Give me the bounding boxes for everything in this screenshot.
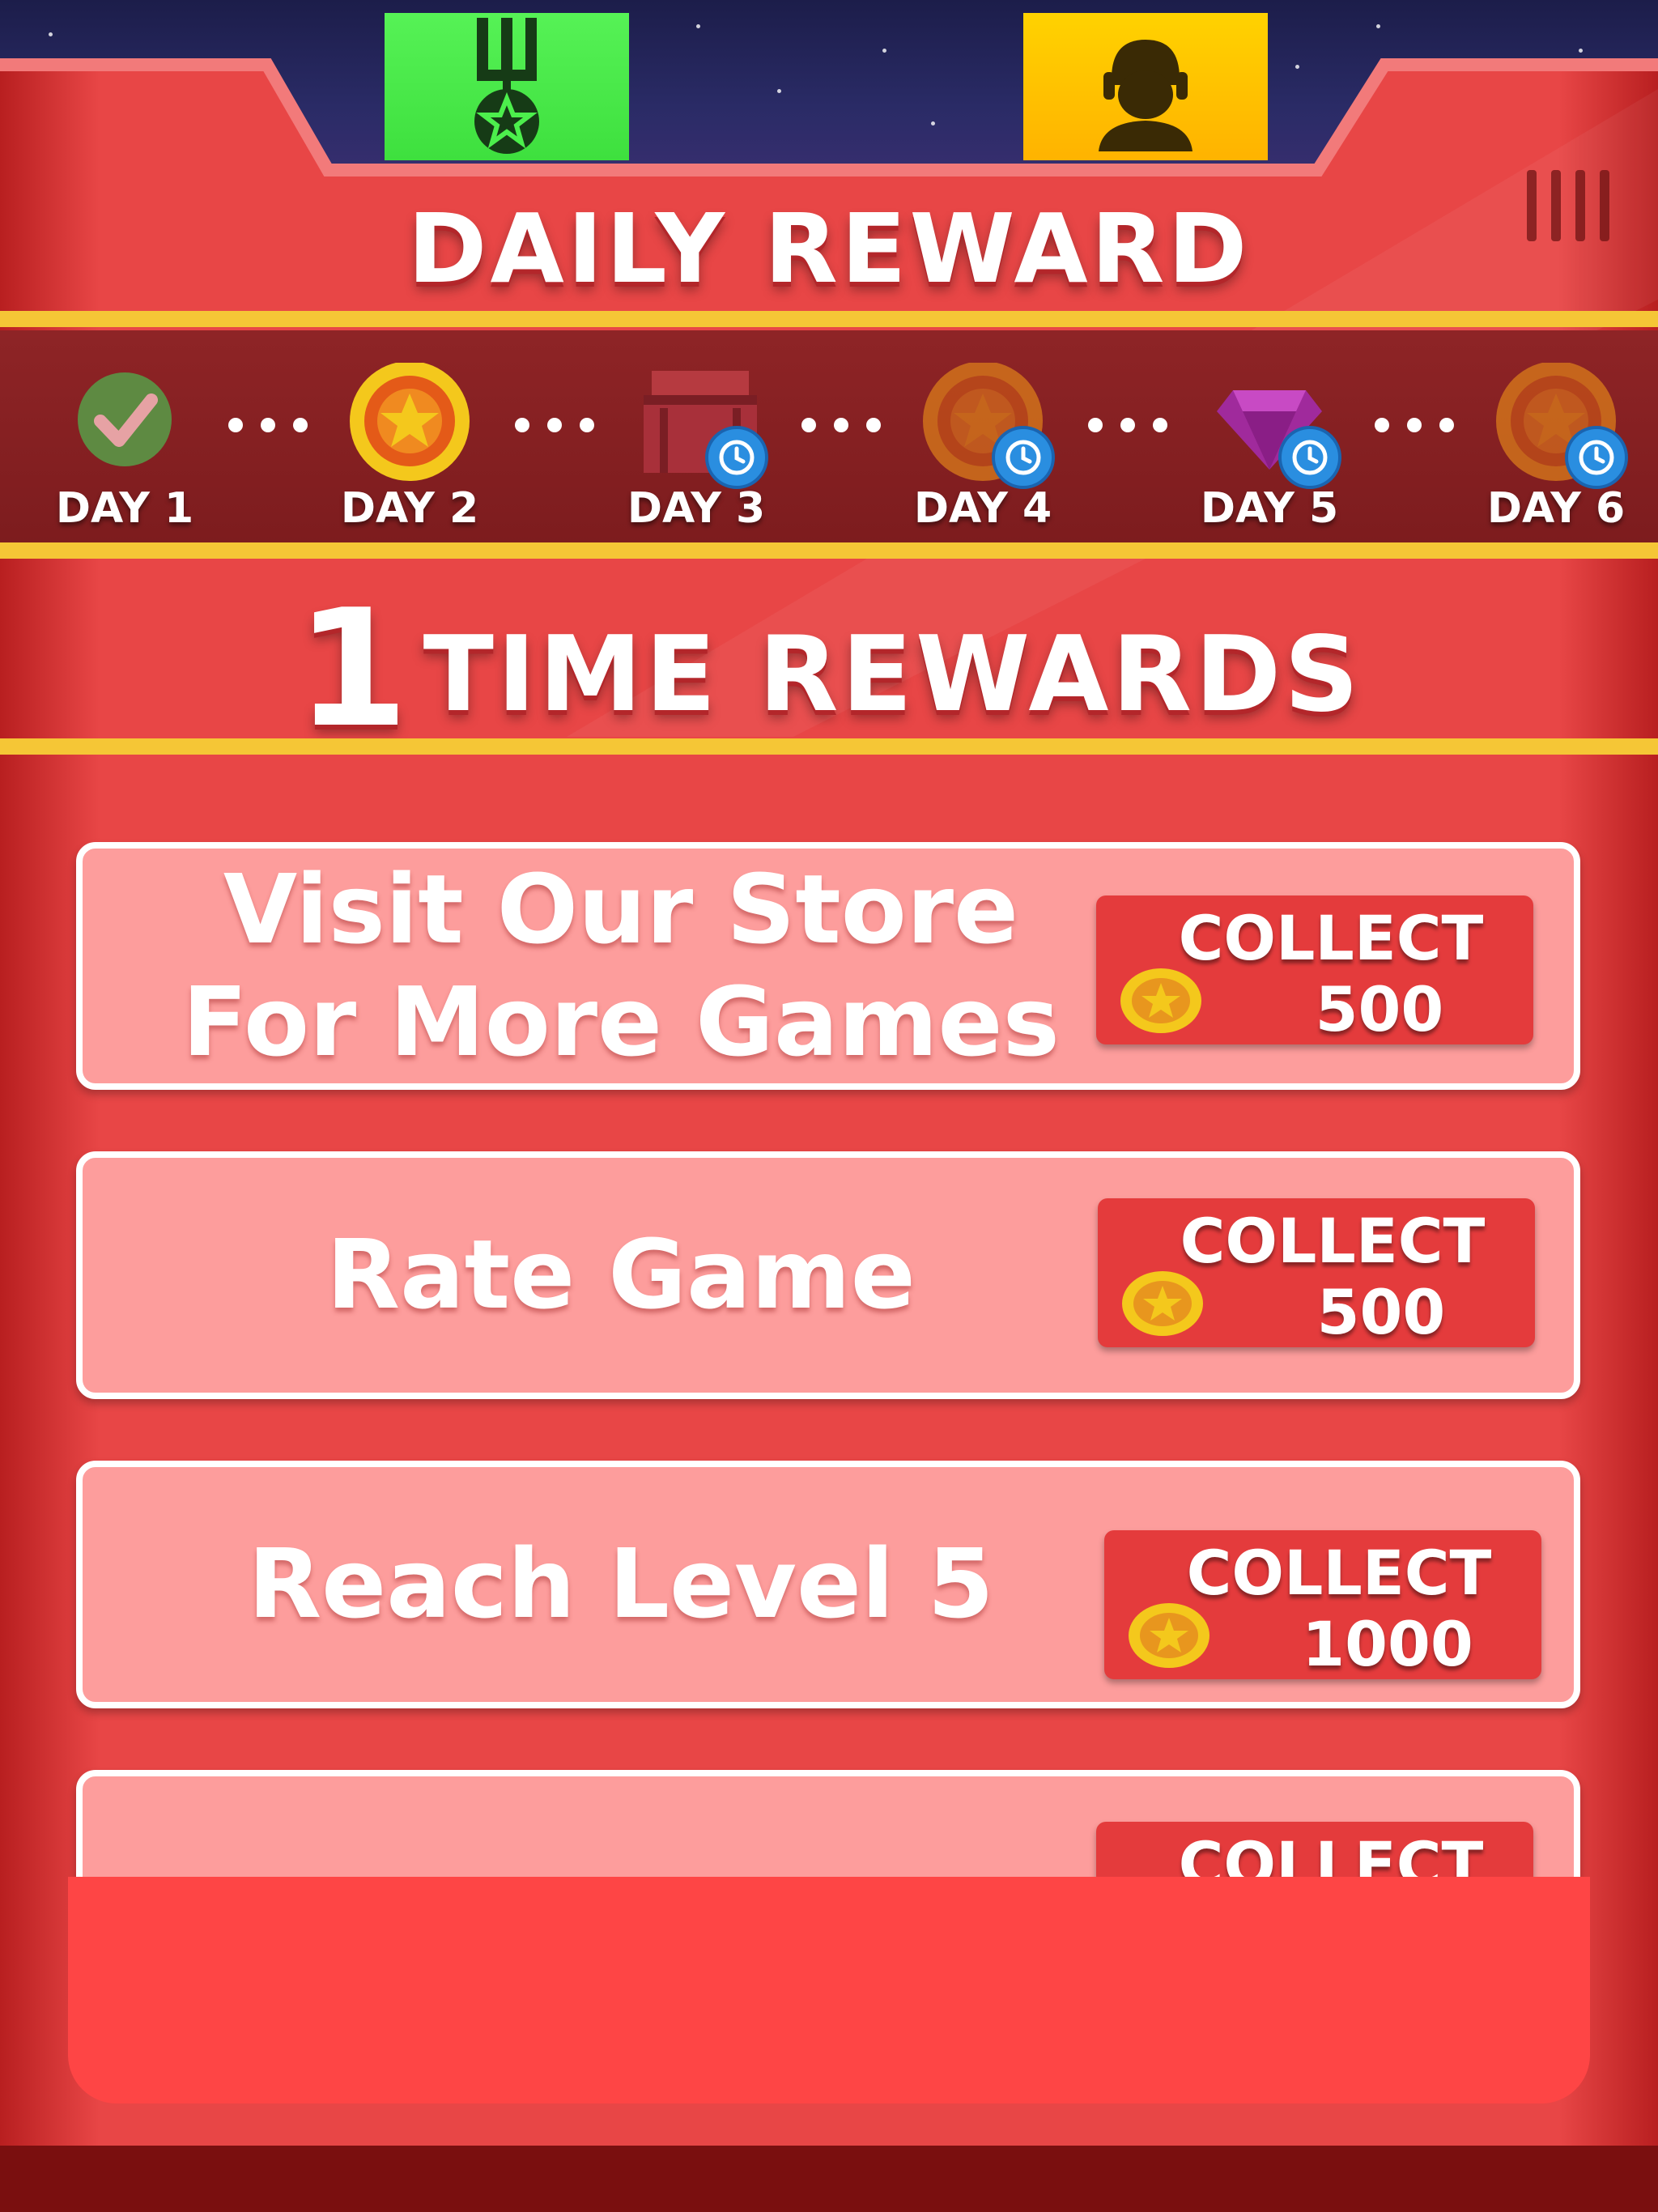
progress-dots — [228, 418, 308, 432]
daily-reward-title: DAILY REWARD — [407, 193, 1251, 304]
progress-dots — [515, 418, 594, 432]
progress-dots — [1088, 418, 1167, 432]
coin-icon — [1129, 1603, 1209, 1668]
progress-dots — [1375, 418, 1454, 432]
reward-task-text: Reach Level 5 — [248, 1528, 994, 1640]
reward-card-visit-store: Visit Our Store For More Games COLLECT 50… — [76, 842, 1580, 1090]
day-2-reward[interactable]: DAY 2 — [329, 361, 491, 533]
locked-timer-icon — [1278, 426, 1341, 489]
day-6-reward[interactable]: DAY 6 — [1475, 361, 1637, 533]
reward-task-text: Visit Our Store For More Games — [182, 853, 1060, 1078]
progress-dots — [801, 418, 881, 432]
gold-coin-icon — [350, 361, 470, 481]
divider — [0, 738, 1658, 755]
day-5-reward[interactable]: DAY 5 — [1188, 363, 1350, 533]
reward-card-reach-level: Reach Level 5 COLLECT 1000 — [76, 1461, 1580, 1708]
locked-timer-icon — [992, 426, 1055, 489]
collect-button[interactable]: COLLECT 1000 — [1104, 1530, 1541, 1680]
collect-button[interactable]: COLLECT 500 — [1096, 895, 1533, 1045]
reward-card-rate-game: Rate Game COLLECT 500 — [76, 1151, 1580, 1399]
divider — [0, 311, 1658, 327]
one-time-rewards-title: 1 TIME REWARDS — [295, 575, 1363, 764]
locked-timer-icon — [1565, 426, 1628, 489]
divider — [0, 542, 1658, 559]
day-4-reward[interactable]: DAY 4 — [902, 361, 1064, 533]
coin-icon — [1120, 968, 1201, 1033]
day-1-reward[interactable]: DAY 1 — [44, 363, 206, 533]
locked-timer-icon — [705, 426, 768, 489]
checkmark-icon — [78, 372, 172, 466]
list-mask — [68, 1877, 1590, 2104]
day-3-reward[interactable]: DAY 3 — [615, 363, 777, 533]
daily-reward-track: DAY 1 DAY 2 DAY 3 DAY 4 DAY 5 DAY 6 — [0, 330, 1658, 542]
reward-task-text: Rate Game — [326, 1219, 916, 1331]
collect-button[interactable]: COLLECT 500 — [1098, 1198, 1535, 1348]
coin-icon — [1122, 1271, 1203, 1336]
